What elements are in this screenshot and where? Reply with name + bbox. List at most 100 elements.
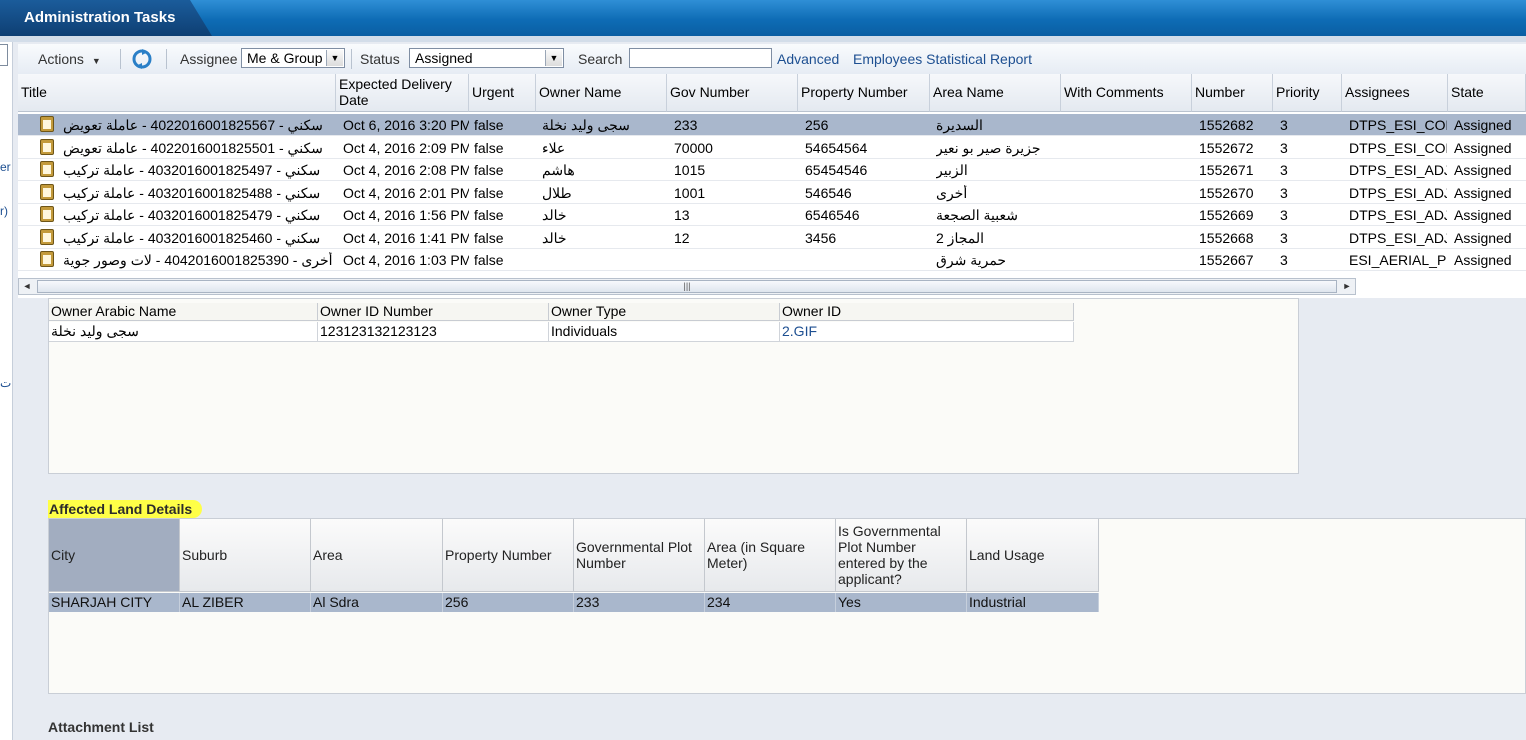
table-row[interactable]: سكني - 4032016001825479 - عاملة تركيب Oct… — [18, 204, 1526, 226]
owner-type-value: Individuals — [549, 322, 780, 342]
actions-menu[interactable]: Actions ▼ — [38, 51, 101, 67]
cell-prop: 65454546 — [805, 162, 868, 178]
land-area-sqm-value: 234 — [705, 593, 836, 612]
owner-col-id-number: Owner ID Number — [318, 303, 549, 321]
assignee-label: Assignee — [180, 51, 238, 67]
column-header-expected-delivery-date[interactable]: Expected Delivery Date — [336, 74, 469, 112]
cell-priority: 3 — [1280, 162, 1288, 178]
cell-state: Assigned — [1454, 207, 1512, 223]
chevron-down-icon[interactable]: ▼ — [326, 50, 343, 66]
land-col-area: Area — [311, 519, 443, 592]
assignee-select[interactable]: Me & Group ▼ — [241, 48, 345, 68]
table-row[interactable]: سكني - 4032016001825460 - عاملة تركيب Oct… — [18, 227, 1526, 249]
column-header-area-name[interactable]: Area Name — [930, 74, 1061, 112]
left-panel-toggle[interactable] — [0, 44, 8, 66]
cell-state: Assigned — [1454, 184, 1512, 201]
cell-date: Oct 6, 2016 3:20 PM — [343, 117, 469, 133]
column-header-gov-number[interactable]: Gov Number — [667, 74, 798, 112]
cell-gov: 1015 — [674, 162, 706, 178]
employees-report-link[interactable]: Employees Statistical Report — [853, 51, 1032, 67]
cell-gov: 12 — [674, 229, 690, 246]
scroll-right-icon[interactable]: ► — [1340, 280, 1354, 293]
column-header-with-comments[interactable]: With Comments — [1061, 74, 1192, 112]
cell-gov: 233 — [674, 117, 698, 133]
left-panel-edge — [0, 42, 13, 740]
land-city-value: SHARJAH CITY — [49, 593, 180, 612]
cell-owner: خالد — [542, 207, 567, 223]
cell-owner: علاء — [542, 139, 566, 156]
affected-land-panel: City Suburb Area Property Number Governm… — [48, 518, 1526, 694]
cell-title: سكني - 4022016001825567 - عاملة تعويض — [63, 117, 323, 133]
cell-number: 1552671 — [1199, 162, 1254, 178]
column-header-state[interactable]: State — [1448, 74, 1526, 112]
column-header-owner-name[interactable]: Owner Name — [536, 74, 667, 112]
chevron-down-icon[interactable]: ▼ — [545, 50, 562, 66]
refresh-icon[interactable] — [131, 48, 153, 70]
cell-prop: 546546 — [805, 184, 852, 201]
cell-assignees: DTPS_ESI_COM — [1349, 139, 1447, 156]
cell-area: حمرية شرق — [936, 252, 1007, 268]
column-header-priority[interactable]: Priority — [1273, 74, 1342, 112]
table-row[interactable]: سكني - 4022016001825567 - عاملة تعويض Oct… — [18, 114, 1526, 136]
cell-area: الزبير — [936, 162, 968, 178]
advanced-link[interactable]: Advanced — [777, 51, 839, 67]
status-select[interactable]: Assigned ▼ — [409, 48, 564, 68]
cell-area: شعبية الصجعة — [936, 207, 1018, 223]
task-clipboard-icon — [40, 183, 54, 200]
search-input[interactable] — [629, 48, 772, 68]
table-row[interactable]: سكني - 4022016001825501 - عاملة تعويض Oct… — [18, 137, 1526, 159]
task-clipboard-icon — [40, 228, 54, 245]
cell-prop: 3456 — [805, 229, 837, 246]
land-gov-plot-number-value: 233 — [574, 593, 705, 612]
cell-number: 1552667 — [1199, 252, 1254, 268]
cell-assignees: DTPS_ESI_ADJU — [1349, 207, 1447, 223]
cell-urgent: false — [474, 252, 504, 268]
cell-urgent: false — [474, 229, 504, 246]
cell-area: جزيرة صير بو نعير — [936, 139, 1041, 156]
cell-area: أخرى — [936, 184, 968, 201]
cell-number: 1552670 — [1199, 184, 1254, 201]
land-col-city: City — [49, 519, 180, 592]
horizontal-scrollbar[interactable]: ◄ ||| ► — [18, 278, 1356, 295]
cell-priority: 3 — [1280, 229, 1288, 246]
cell-state: Assigned — [1454, 252, 1512, 268]
column-header-title[interactable]: Title — [18, 74, 336, 112]
cell-assignees: DTPS_ESI_ADJU — [1349, 162, 1447, 178]
left-fragment-2: r) — [0, 204, 8, 218]
search-label: Search — [578, 51, 623, 67]
cell-owner: هاشم — [542, 162, 575, 178]
table-row[interactable]: سكني - 4032016001825497 - عاملة تركيب Oct… — [18, 159, 1526, 181]
cell-date: Oct 4, 2016 1:56 PM — [343, 207, 469, 223]
column-header-number[interactable]: Number — [1192, 74, 1273, 112]
cell-prop: 256 — [805, 117, 829, 133]
cell-urgent: false — [474, 139, 504, 156]
land-usage-value: Industrial — [967, 593, 1099, 612]
actions-label: Actions — [38, 51, 84, 67]
cell-urgent: false — [474, 162, 504, 178]
cell-title: سكني - 4032016001825497 - عاملة تركيب — [63, 162, 321, 178]
scroll-left-icon[interactable]: ◄ — [20, 280, 34, 293]
table-row[interactable]: سكني - 4032016001825488 - عاملة تركيب Oct… — [18, 182, 1526, 204]
cell-gov: 13 — [674, 207, 690, 223]
cell-assignees: DTPS_ESI_ADJU — [1349, 184, 1447, 201]
column-header-urgent[interactable]: Urgent — [469, 74, 536, 112]
cell-state: Assigned — [1454, 229, 1512, 246]
cell-owner: سجى وليد نخلة — [542, 117, 630, 133]
cell-date: Oct 4, 2016 2:09 PM — [343, 139, 469, 156]
cell-assignees: DTPS_ESI_ADJU — [1349, 229, 1447, 246]
cell-date: Oct 4, 2016 1:03 PM — [343, 252, 469, 268]
owner-id-link[interactable]: 2.GIF — [780, 322, 1074, 342]
owner-arabic-name-value: سجى وليد نخلة — [49, 322, 318, 342]
cell-title: سكني - 4032016001825479 - عاملة تركيب — [63, 207, 321, 223]
column-header-property-number[interactable]: Property Number — [798, 74, 930, 112]
owner-id-number-value: 123123132123123 — [318, 322, 549, 342]
scrollbar-thumb[interactable]: ||| — [37, 280, 1337, 293]
column-header-assignees[interactable]: Assignees — [1342, 74, 1448, 112]
land-property-number-value: 256 — [443, 593, 574, 612]
cell-title: سكني - 4022016001825501 - عاملة تعويض — [63, 139, 323, 156]
cell-title: أخرى - 4042016001825390 - لات وصور جوية — [63, 252, 333, 268]
land-area-value: Al Sdra — [311, 593, 443, 612]
cell-area: السديرة — [936, 117, 983, 133]
table-row[interactable]: أخرى - 4042016001825390 - لات وصور جوية O… — [18, 249, 1526, 271]
cell-urgent: false — [474, 117, 504, 133]
